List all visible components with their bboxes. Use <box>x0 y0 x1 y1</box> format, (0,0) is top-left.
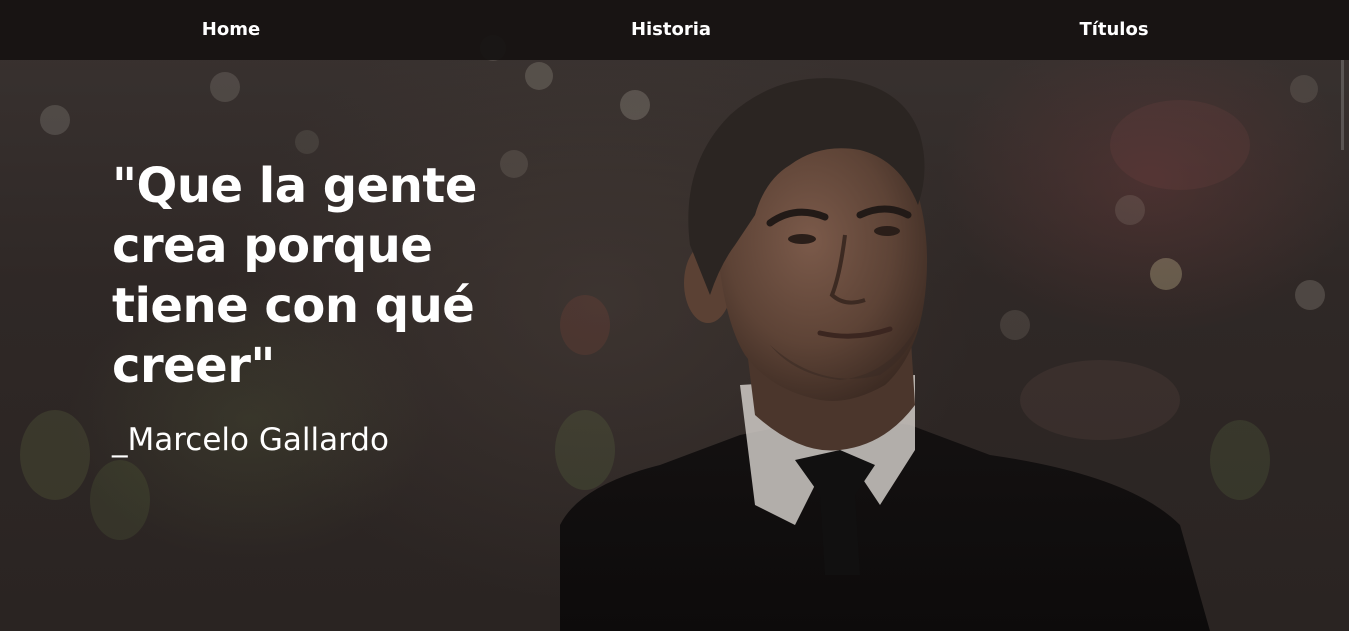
image-watermark <box>1339 60 1347 150</box>
top-navbar: Home Historia Títulos <box>0 0 1349 60</box>
quote-author: _Marcelo Gallardo <box>112 422 389 458</box>
hero-quote: "Que la gente crea porque tiene con qué … <box>112 158 477 394</box>
portrait-image <box>560 78 1210 631</box>
hero-section: Home Historia Títulos "Que la gente crea… <box>0 0 1349 631</box>
nav-link-historia[interactable]: Historia <box>571 19 771 41</box>
nav-link-home[interactable]: Home <box>131 19 331 41</box>
nav-link-titulos[interactable]: Títulos <box>1014 19 1214 41</box>
